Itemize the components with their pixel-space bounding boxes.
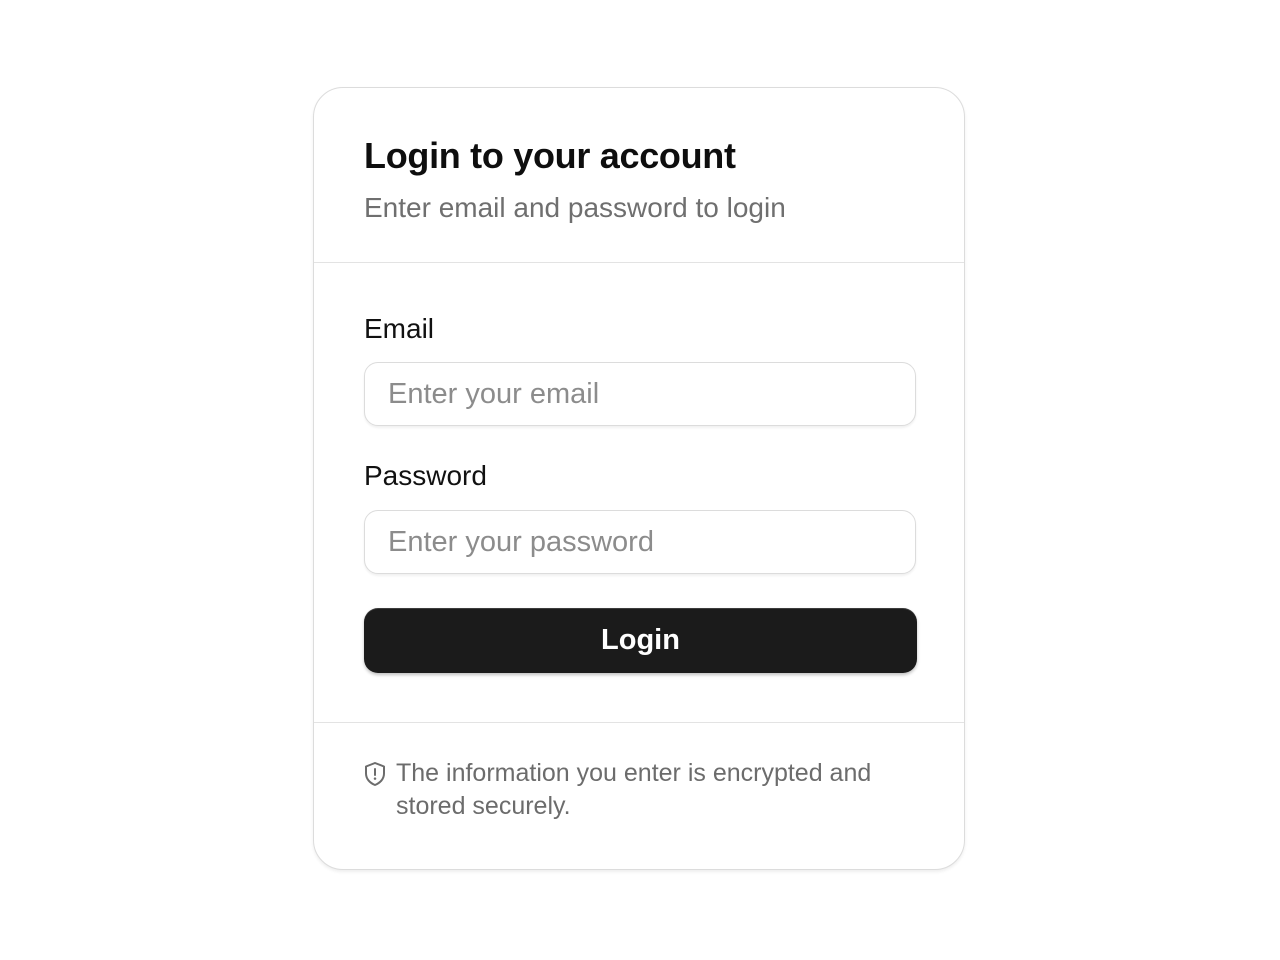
page-title: Login to your account xyxy=(364,135,736,176)
card-footer: The information you enter is encrypted a… xyxy=(314,722,964,869)
login-button[interactable]: Login xyxy=(364,608,917,673)
password-field[interactable] xyxy=(364,510,916,574)
shield-alert-icon xyxy=(365,762,385,786)
card-header: Login to your account Enter email and pa… xyxy=(314,88,964,263)
password-label: Password xyxy=(364,460,487,491)
security-note: The information you enter is encrypted a… xyxy=(396,759,872,820)
login-card: Login to your account Enter email and pa… xyxy=(313,87,965,870)
email-field[interactable] xyxy=(364,362,916,426)
email-label: Email xyxy=(364,313,435,344)
page-subtitle: Enter email and password to login xyxy=(364,192,786,223)
